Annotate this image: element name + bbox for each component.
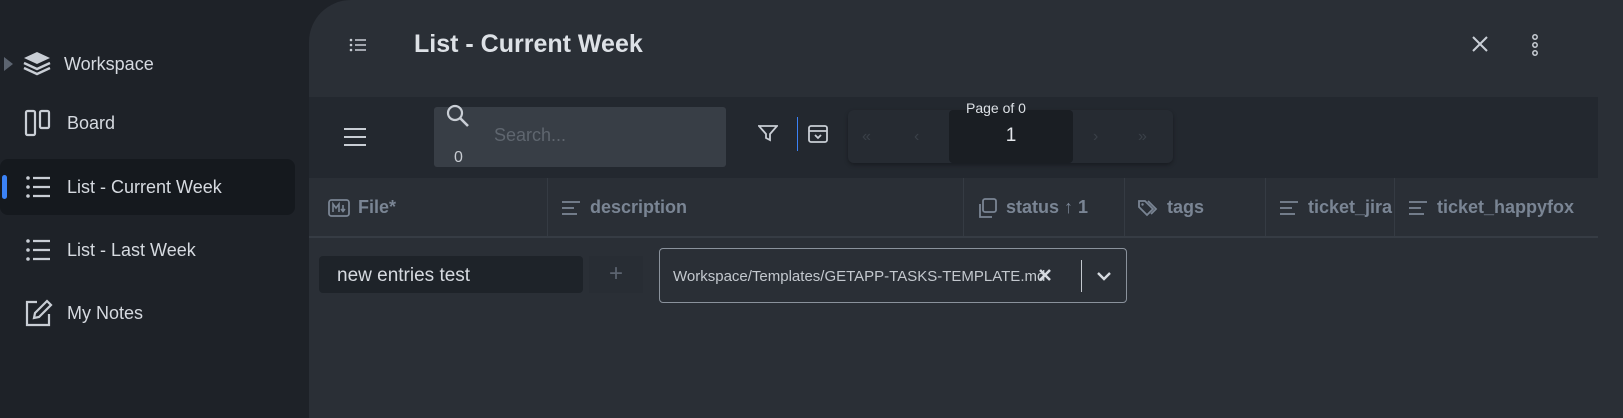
sidebar-item-label: Board: [67, 112, 116, 133]
sidebar-item-label: List - Last Week: [67, 239, 196, 260]
first-page-button[interactable]: «: [862, 128, 871, 146]
toolbar: 0 « ‹ 1 › »: [309, 97, 1598, 178]
board-icon: [24, 109, 51, 137]
close-icon[interactable]: [1471, 35, 1489, 53]
column-label: ticket_jira: [1308, 197, 1393, 217]
column-label: tags: [1167, 197, 1205, 217]
column-header-ticket-happyfox[interactable]: ticket_happyfox: [1395, 178, 1598, 237]
expand-caret-icon[interactable]: [4, 57, 13, 71]
main-panel: List - Current Week 0: [309, 0, 1623, 418]
text-lines-icon: [1409, 200, 1427, 215]
list-icon: [26, 239, 50, 261]
column-label: ticket_happyfox: [1437, 197, 1575, 217]
search-count: 0: [454, 149, 463, 166]
app-window: Workspace Board List - Current Week List…: [0, 0, 1623, 418]
archive-icon[interactable]: [807, 124, 829, 144]
tags-icon: [1138, 199, 1158, 216]
text-lines-icon: [562, 200, 580, 215]
column-header-status[interactable]: status ↑ 1: [964, 178, 1125, 237]
template-select[interactable]: Workspace/Templates/GETAPP-TASKS-TEMPLAT…: [659, 248, 1127, 303]
copy-icon: [979, 197, 997, 218]
page-input[interactable]: 1: [949, 110, 1073, 163]
header-divider: [309, 236, 1598, 238]
list-view-icon[interactable]: [349, 38, 367, 52]
template-select-value: Workspace/Templates/GETAPP-TASKS-TEMPLAT…: [673, 268, 1046, 285]
text-lines-icon: [1280, 200, 1298, 215]
new-entry-input[interactable]: new entries test: [319, 256, 583, 293]
page-label: Page of 0: [966, 100, 1026, 116]
sidebar-item-list-last-week[interactable]: List - Last Week: [0, 222, 295, 278]
sidebar: Workspace Board List - Current Week List…: [0, 0, 310, 418]
column-header-ticket-jira[interactable]: ticket_jira: [1266, 178, 1395, 237]
list-icon: [26, 176, 50, 198]
pagination: « ‹ 1 › »: [848, 110, 1173, 163]
sidebar-item-list-current-week[interactable]: List - Current Week: [0, 159, 295, 215]
sidebar-item-label: My Notes: [67, 302, 144, 323]
toolbar-divider: [797, 117, 798, 151]
sidebar-item-label: Workspace: [64, 53, 154, 74]
sidebar-item-label: List - Current Week: [67, 176, 222, 197]
chevron-down-icon[interactable]: [1096, 270, 1112, 282]
column-header-description[interactable]: description: [548, 178, 964, 237]
filter-icon[interactable]: [758, 124, 778, 142]
next-page-button[interactable]: ›: [1093, 128, 1098, 146]
sidebar-item-my-notes[interactable]: My Notes: [0, 285, 295, 341]
prev-page-button[interactable]: ‹: [914, 128, 919, 146]
column-header-file[interactable]: File*: [316, 178, 548, 237]
search-input[interactable]: [494, 125, 714, 146]
markdown-icon: [328, 198, 350, 217]
search-box[interactable]: 0: [434, 104, 726, 167]
column-label: status ↑ 1: [1006, 197, 1089, 217]
more-options-icon[interactable]: [1531, 34, 1539, 56]
clear-icon[interactable]: [1038, 268, 1052, 282]
column-label: File*: [358, 197, 397, 217]
last-page-button[interactable]: »: [1138, 128, 1147, 146]
edit-icon: [25, 299, 53, 327]
column-header-tags[interactable]: tags: [1125, 178, 1266, 237]
sidebar-item-board[interactable]: Board: [0, 95, 295, 151]
add-entry-button[interactable]: +: [589, 256, 643, 293]
column-label: description: [590, 197, 688, 217]
menu-icon[interactable]: [343, 127, 367, 147]
search-icon: [446, 104, 469, 127]
sidebar-item-workspace[interactable]: Workspace: [0, 36, 295, 92]
layers-icon: [23, 52, 51, 76]
page-title: List - Current Week: [414, 30, 643, 58]
select-separator: [1081, 260, 1082, 292]
